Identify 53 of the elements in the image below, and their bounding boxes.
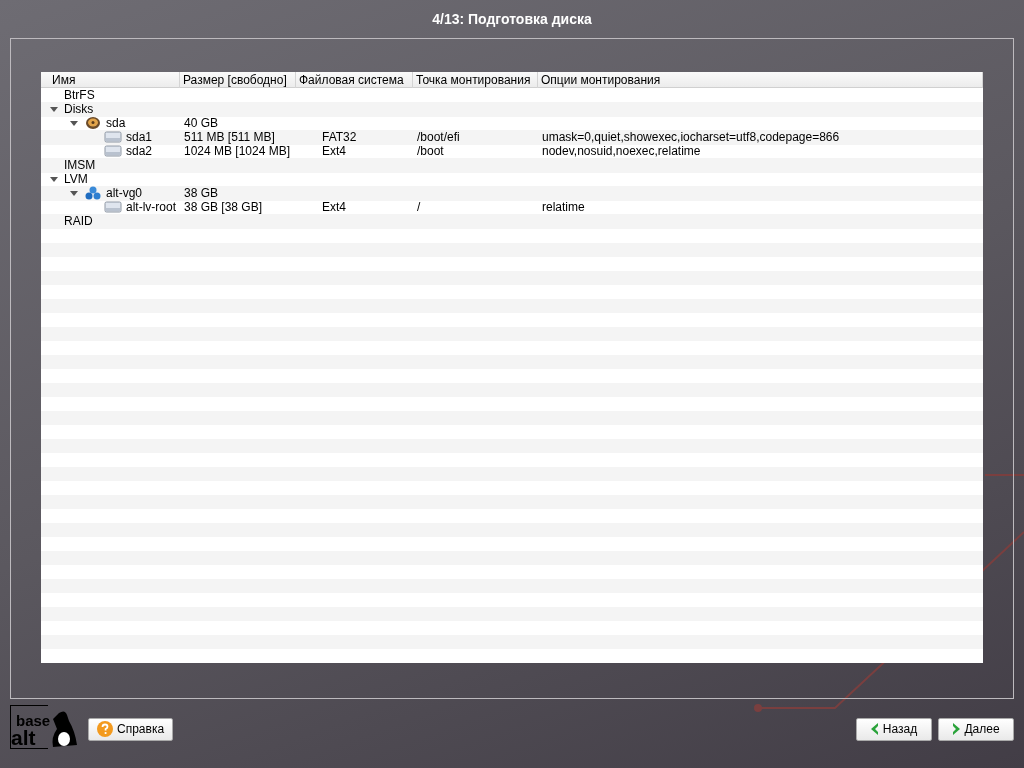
tree-item[interactable]: sda2 [41, 144, 180, 158]
help-icon [97, 721, 113, 737]
item-name: IMSM [64, 158, 96, 172]
item-name: sda1 [126, 130, 153, 144]
table-cell-text: nodev,nosuid,noexec,relatime [541, 144, 702, 158]
tree-item[interactable]: BtrFS [41, 88, 180, 102]
column-header[interactable]: Размер [свободно] [180, 72, 296, 88]
logo-text: base [16, 714, 48, 728]
table-cell-text: FAT32 [321, 130, 358, 144]
table-cell-text: /boot/efi [416, 130, 461, 144]
item-name: sda [106, 116, 126, 130]
hard-disk-icon [84, 116, 102, 130]
table-cell-text: 38 GB [183, 186, 220, 200]
item-name: alt-vg0 [106, 186, 143, 200]
next-button[interactable]: Далее [938, 717, 1014, 741]
column-header[interactable]: Имя [41, 72, 180, 88]
tree-item[interactable]: alt-vg0 [41, 186, 180, 200]
tree-item[interactable]: RAID [41, 214, 180, 228]
item-name: Disks [64, 102, 94, 116]
tree-item[interactable]: alt-lv-root [41, 200, 180, 214]
table-cell-text: relatime [541, 200, 586, 214]
cubes-icon [84, 186, 102, 200]
item-name: LVM [64, 172, 88, 186]
window-title: 4/13: Подготовка диска [431, 9, 593, 29]
table-cell-text: 1024 MB [1024 MB] [183, 144, 292, 158]
partition-icon [104, 144, 122, 158]
back-button[interactable]: Назад [856, 717, 932, 741]
table-cell-text: 38 GB [38 GB] [183, 200, 264, 214]
table-cell-text: /boot [416, 144, 445, 158]
tree-item[interactable]: sda1 [41, 130, 180, 144]
tree-item[interactable]: sda [41, 116, 180, 130]
logo-text: alt [11, 728, 37, 748]
table-cell-text: umask=0,quiet,showexec,iocharset=utf8,codepage=866 [541, 130, 841, 144]
table-cell-text: 511 MB [511 MB] [183, 130, 276, 144]
back-arrow-icon [870, 723, 879, 735]
item-name: sda2 [126, 144, 153, 158]
help-button[interactable]: Справка [88, 717, 174, 741]
item-name: BtrFS [64, 88, 95, 102]
forward-arrow-icon [952, 723, 961, 735]
table-cell-text: Ext4 [321, 144, 347, 158]
table-cell-text: / [416, 200, 422, 214]
column-header[interactable]: Файловая система [296, 72, 413, 88]
tree-item[interactable]: IMSM [41, 158, 180, 172]
item-name: RAID [64, 214, 93, 228]
item-name: alt-lv-root [126, 200, 176, 214]
column-header[interactable]: Точка монтирования [413, 72, 538, 88]
partition-icon [104, 200, 122, 214]
table-cell-text: 40 GB [183, 116, 220, 130]
tree-item[interactable]: LVM [41, 172, 180, 186]
partition-icon [104, 130, 122, 144]
column-header[interactable]: Опции монтирования [538, 72, 983, 88]
table-cell-text: Ext4 [321, 200, 347, 214]
tree-item[interactable]: Disks [41, 102, 180, 116]
